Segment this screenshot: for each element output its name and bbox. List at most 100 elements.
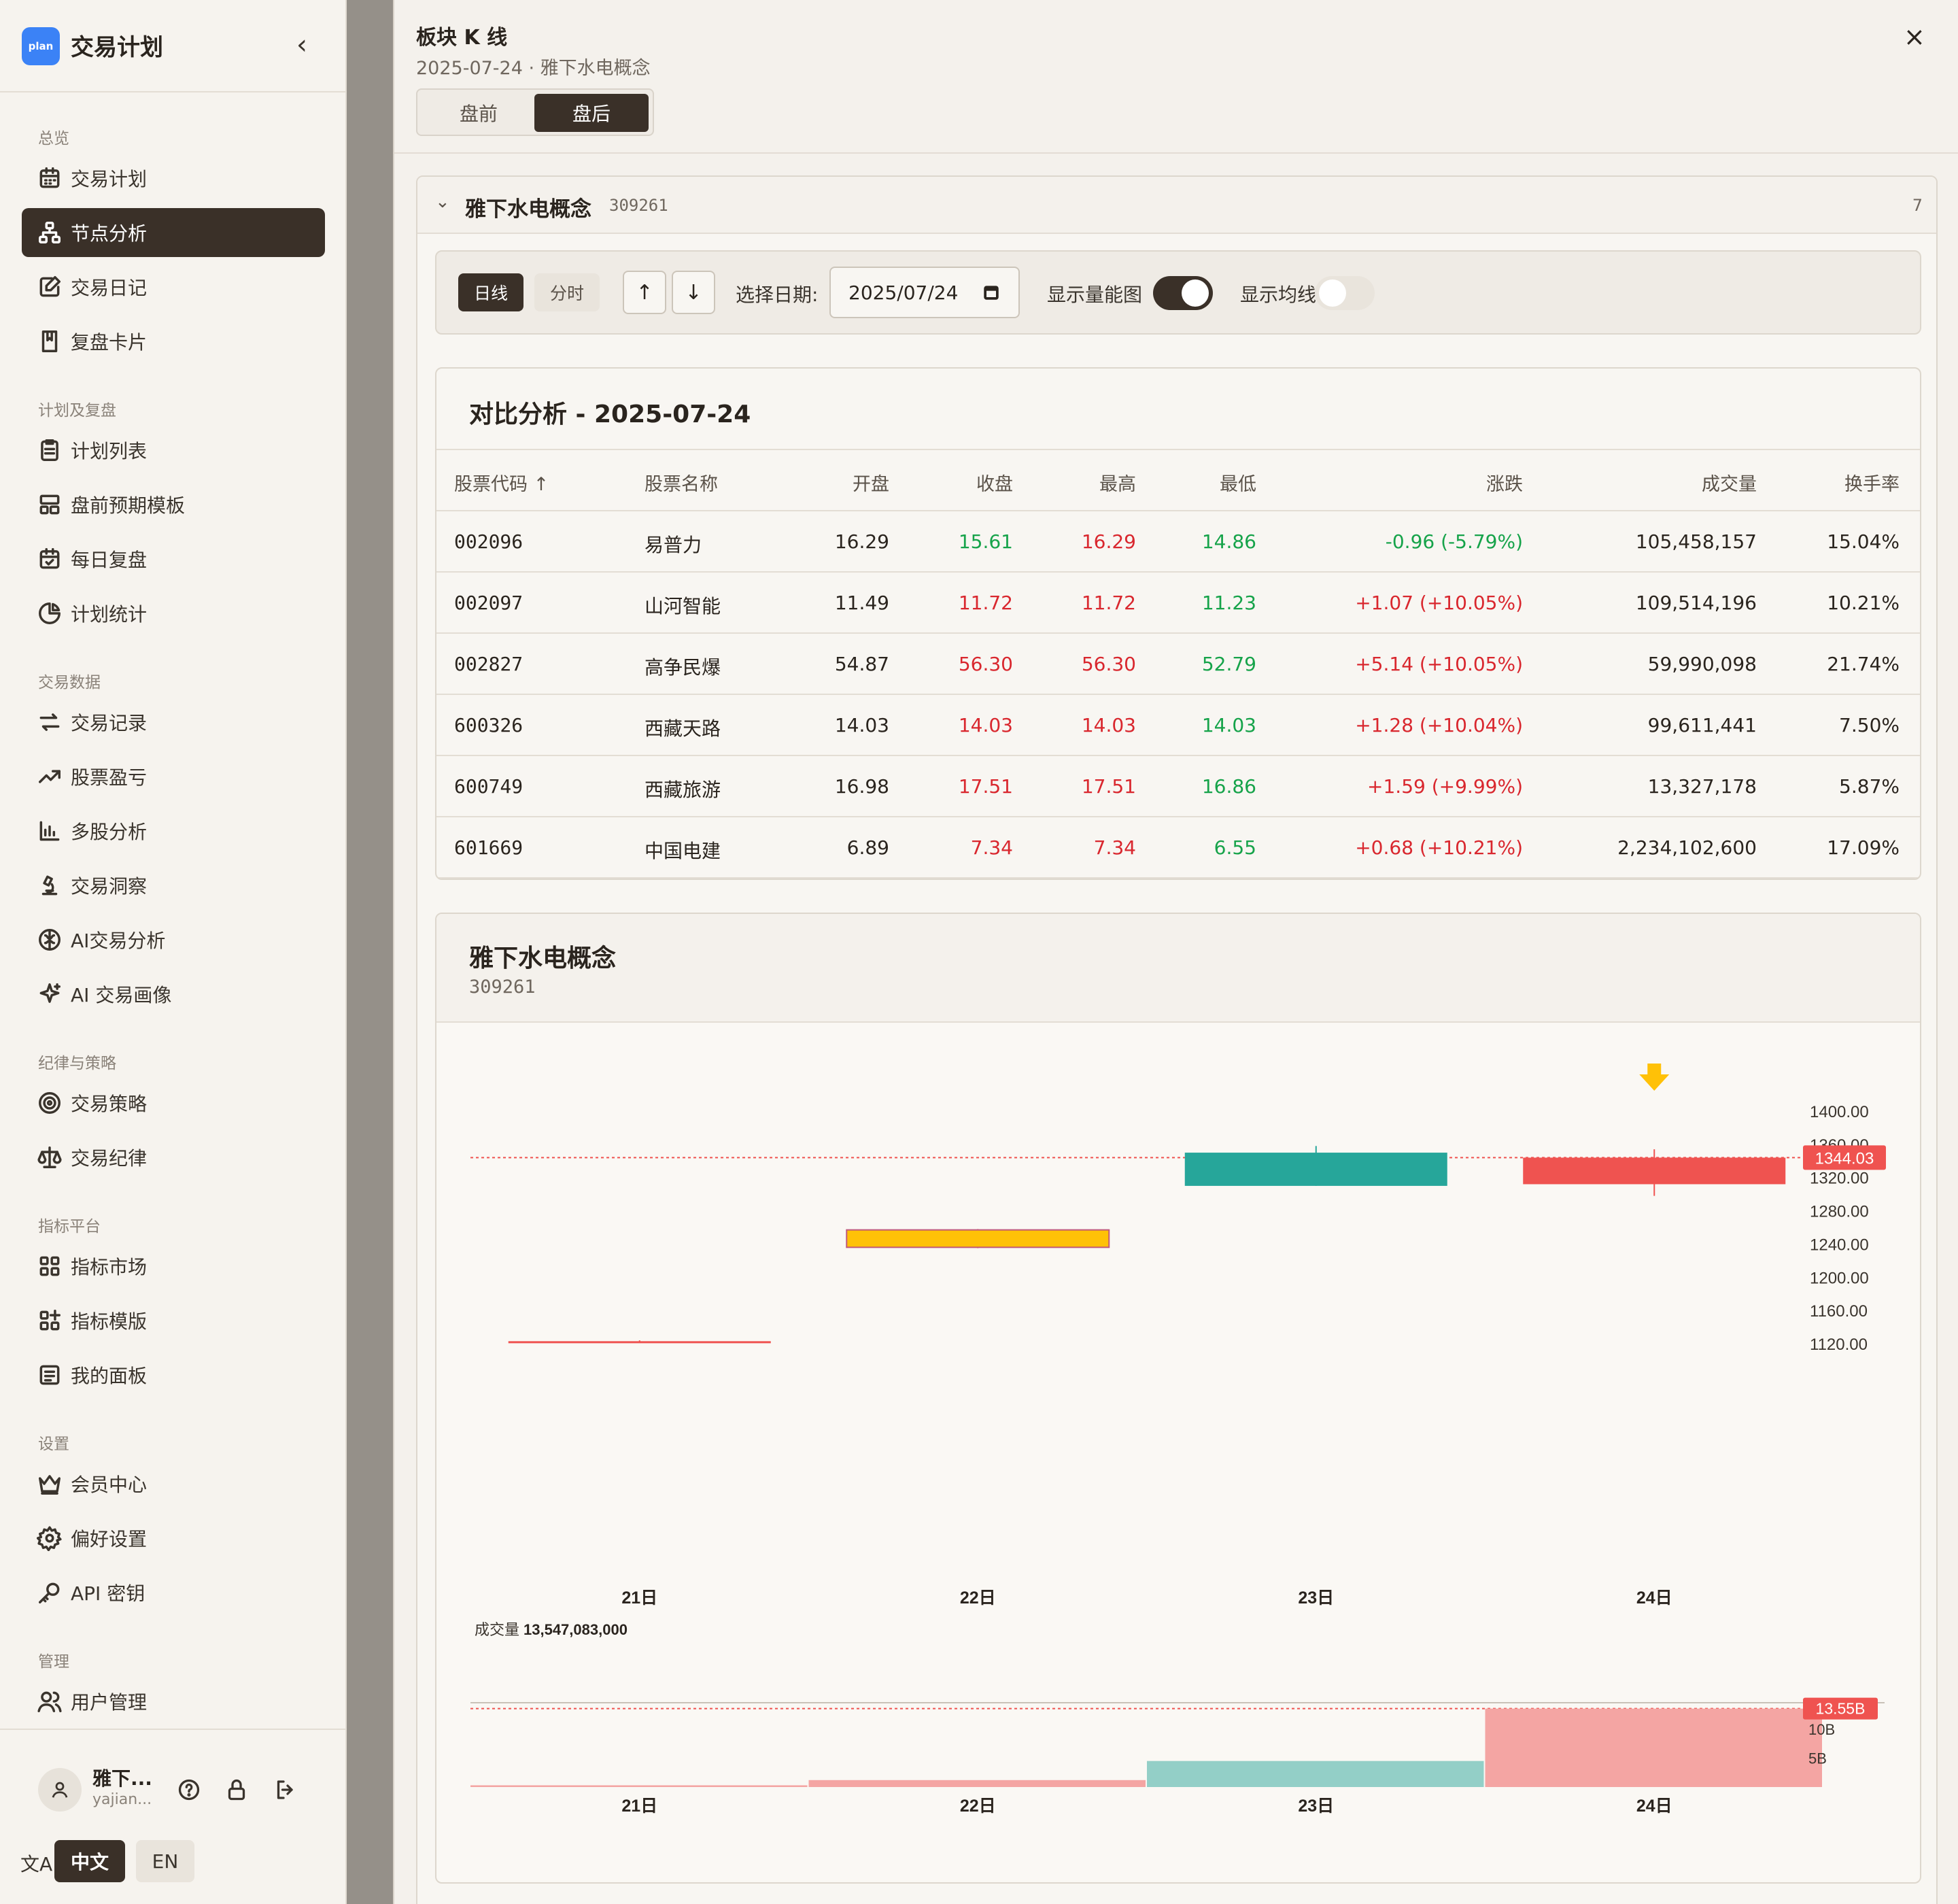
cell-volume: 2,234,102,600: [1617, 836, 1757, 859]
daily-button[interactable]: 日线: [458, 273, 523, 311]
cell-turnover: 15.04%: [1827, 530, 1900, 553]
table-row[interactable]: 002097 山河智能 11.49 11.72 11.72 11.23 +1.07 (+10…: [436, 573, 1920, 634]
lang-en-button[interactable]: EN: [136, 1840, 194, 1882]
tab-premarket[interactable]: 盘前: [422, 94, 536, 132]
column-header[interactable]: 股票代码 ↑: [454, 469, 549, 496]
cell-low: 6.55: [1214, 836, 1256, 859]
sidebar-item-label: 盘前预期模板: [71, 494, 186, 517]
calendar-check-icon: [22, 546, 71, 572]
cell-change: -0.96 (-5.79%): [1385, 530, 1523, 553]
column-header: 涨跌: [1486, 474, 1523, 495]
sidebar-item[interactable]: 交易洞察: [22, 861, 325, 910]
cell-turnover: 7.50%: [1839, 714, 1900, 736]
cell-code: 002827: [454, 653, 523, 675]
sidebar-item[interactable]: 计划列表: [22, 426, 325, 475]
sidebar-item[interactable]: 每日复盘: [22, 534, 325, 583]
cell-close: 17.51: [958, 775, 1013, 798]
sidebar-item[interactable]: 我的面板: [22, 1350, 325, 1399]
close-icon[interactable]: ×: [1904, 22, 1925, 52]
table-row[interactable]: 002096 易普力 16.29 15.61 16.29 14.86 -0.96 (-5.7…: [436, 511, 1920, 573]
help-icon[interactable]: [177, 1778, 201, 1802]
lang-zh-button[interactable]: 中文: [54, 1840, 125, 1882]
sector-panel-header[interactable]: ⌄ 雅下水电概念 309261 7: [417, 177, 1936, 234]
sidebar-item[interactable]: API 密钥: [22, 1568, 325, 1617]
sidebar-item[interactable]: 交易日记: [22, 262, 325, 311]
sidebar-item[interactable]: 交易计划: [22, 154, 325, 203]
pie-icon: [22, 600, 71, 626]
sidebar-item[interactable]: AI交易分析: [22, 915, 325, 964]
x-tick-label: 24日: [1636, 1588, 1672, 1608]
sidebar-item-label: AI交易分析: [71, 930, 166, 952]
sidebar-item-label: 股票盈亏: [71, 766, 148, 789]
x-tick-label: 22日: [960, 1588, 996, 1608]
cell-high: 7.34: [1093, 836, 1136, 859]
sidebar-item-label: 计划列表: [71, 440, 148, 462]
chevron-left-icon[interactable]: ‹: [288, 30, 315, 63]
column-header: 换手率: [1844, 474, 1900, 495]
volume-toggle[interactable]: [1153, 276, 1213, 310]
sidebar-item[interactable]: 会员中心: [22, 1459, 325, 1508]
cell-high: 11.72: [1081, 592, 1136, 614]
sidebar-item[interactable]: 股票盈亏: [22, 752, 325, 801]
volume-tick-label: 5B: [1808, 1750, 1827, 1767]
chart-toolbar: 日线 分时 ↑ ↓ 选择日期: 2025/07/24 显示量能图 显示均线: [435, 250, 1921, 335]
cell-high: 14.03: [1081, 714, 1136, 736]
calendar-icon[interactable]: [982, 283, 1001, 302]
ma-toggle[interactable]: [1315, 276, 1375, 310]
sidebar-item[interactable]: 节点分析: [22, 208, 325, 257]
grid-icon: [22, 1253, 71, 1279]
logout-icon[interactable]: [273, 1778, 298, 1802]
arrow-up-icon[interactable]: ↑: [623, 271, 666, 314]
sidebar-item[interactable]: 指标模版: [22, 1296, 325, 1345]
cell-name: 山河智能: [645, 595, 721, 617]
sidebar-item[interactable]: 用户管理: [22, 1677, 325, 1726]
intraday-button[interactable]: 分时: [534, 273, 600, 311]
avatar[interactable]: [38, 1768, 82, 1812]
candle-body: [1184, 1153, 1447, 1186]
lock-icon[interactable]: [224, 1778, 249, 1802]
sidebar-item-label: 用户管理: [71, 1691, 148, 1714]
table-row[interactable]: 002827 高争民爆 54.87 56.30 56.30 52.79 +5.14 (+10…: [436, 634, 1920, 695]
cell-low: 14.03: [1201, 714, 1256, 736]
cell-turnover: 17.09%: [1827, 836, 1900, 859]
nav-group-label: 纪律与策略: [38, 1055, 116, 1072]
sidebar-item[interactable]: 交易纪律: [22, 1133, 325, 1182]
sidebar-item-label: 指标模版: [71, 1310, 148, 1333]
sidebar-item[interactable]: 交易策略: [22, 1078, 325, 1127]
sidebar-item[interactable]: 交易记录: [22, 698, 325, 747]
sidebar-item-label: 偏好设置: [71, 1528, 148, 1550]
volume-toggle-label: 显示量能图: [1047, 284, 1143, 306]
table-row[interactable]: 600749 西藏旅游 16.98 17.51 17.51 16.86 +1.59 (+9.…: [436, 756, 1920, 817]
tab-postmarket[interactable]: 盘后: [534, 94, 649, 132]
sidebar-item-label: 交易洞察: [71, 875, 148, 898]
arrow-down-icon[interactable]: ↓: [672, 271, 715, 314]
table-row[interactable]: 601669 中国电建 6.89 7.34 7.34 6.55 +0.68 (+10.21%…: [436, 817, 1920, 879]
cell-code: 600749: [454, 775, 523, 798]
sidebar-item[interactable]: 盘前预期模板: [22, 480, 325, 529]
sidebar-footer: 雅下... yajian... 文A 中文 EN: [0, 1729, 347, 1904]
sidebar-item[interactable]: 指标市场: [22, 1242, 325, 1291]
date-input[interactable]: 2025/07/24: [829, 267, 1020, 318]
sidebar-item-label: 我的面板: [71, 1365, 148, 1387]
kline-chart[interactable]: 1400.001360.001320.001280.001240.001200.…: [436, 1023, 1921, 1884]
cell-open: 16.98: [834, 775, 889, 798]
backdrop[interactable]: [347, 0, 393, 1904]
column-header: 收盘: [976, 474, 1013, 495]
cell-close: 15.61: [958, 530, 1013, 553]
user-name: 雅下...: [92, 1767, 152, 1790]
sidebar-item[interactable]: 偏好设置: [22, 1514, 325, 1563]
kline-drawer: 板块 K 线 2025-07-24 · 雅下水电概念 × 盘前 盘后 ⌄ 雅下水…: [393, 0, 1958, 1904]
sidebar-item[interactable]: 计划统计: [22, 589, 325, 638]
volume-tick-label: 10B: [1808, 1721, 1835, 1738]
column-header: 开盘: [853, 474, 889, 495]
volume-bar: [808, 1780, 1146, 1787]
x-tick-label: 23日: [1298, 1797, 1334, 1816]
sidebar-item[interactable]: AI 交易画像: [22, 970, 325, 1019]
brain-icon: [22, 927, 71, 953]
chevron-down-icon[interactable]: ⌄: [435, 192, 450, 212]
sidebar-item[interactable]: 多股分析: [22, 806, 325, 855]
cell-open: 14.03: [834, 714, 889, 736]
sidebar-item[interactable]: 复盘卡片: [22, 317, 325, 366]
table-row[interactable]: 600326 西藏天路 14.03 14.03 14.03 14.03 +1.28 (+10…: [436, 695, 1920, 756]
sidebar-item-label: AI 交易画像: [71, 984, 172, 1006]
